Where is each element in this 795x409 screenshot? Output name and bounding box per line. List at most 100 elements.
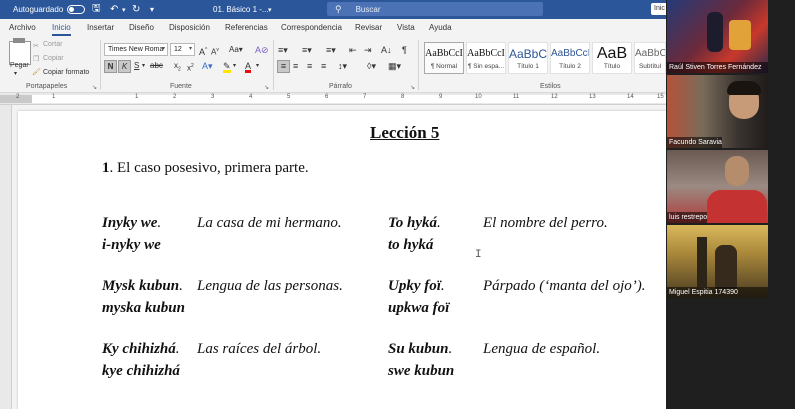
ruler-number: 9: [439, 94, 443, 100]
align-right-icon[interactable]: ≡: [307, 60, 312, 73]
undo-dropdown-icon[interactable]: ▾: [122, 0, 126, 19]
sign-in-button[interactable]: Inic: [651, 3, 666, 15]
tab-referencias[interactable]: Referencias: [225, 23, 268, 32]
participant-figure: [697, 237, 707, 287]
style-no-spacing[interactable]: AaBbCcI ¶ Sin espa...: [466, 42, 506, 74]
superscript-button[interactable]: x2: [187, 60, 194, 73]
participant-tile[interactable]: luis restrepo: [667, 150, 768, 223]
vertical-ruler[interactable]: [0, 105, 12, 409]
undo-icon[interactable]: ↶: [110, 0, 118, 19]
font-name-field[interactable]: Times New Roma ▾: [104, 43, 168, 56]
justify-icon[interactable]: ≡: [321, 60, 326, 73]
strikethrough-button[interactable]: abc: [150, 60, 163, 73]
entry-gloss: Lengua de español.: [483, 341, 601, 357]
ruler-number: 14: [627, 94, 634, 100]
copy-icon[interactable]: ❐: [33, 55, 39, 63]
borders-icon[interactable]: ▦▾: [388, 60, 401, 73]
line-spacing-icon[interactable]: ↕▾: [338, 60, 347, 73]
tab-insertar[interactable]: Insertar: [87, 23, 114, 32]
entry-punct: .: [448, 341, 453, 357]
format-painter-label[interactable]: Copiar formato: [43, 69, 89, 76]
bullets-icon[interactable]: ≡▾: [278, 44, 288, 57]
entry-punct: .: [440, 278, 445, 294]
underline-chevron-icon[interactable]: ▾: [142, 60, 145, 73]
search-input[interactable]: ⚲ Buscar: [327, 2, 543, 16]
change-case-icon[interactable]: Aa▾: [229, 44, 243, 57]
participant-tile[interactable]: Raúl Stiven Torres Fernández: [667, 0, 768, 73]
tab-correspondencia[interactable]: Correspondencia: [281, 23, 342, 32]
font-color-icon[interactable]: A: [245, 60, 252, 73]
ribbon-divider: [273, 40, 274, 90]
cut-icon[interactable]: ✂: [33, 42, 39, 50]
align-left-button[interactable]: ≡: [277, 60, 290, 73]
autosave-label: Autoguardado: [13, 5, 64, 14]
save-icon[interactable]: 🖫: [92, 0, 101, 19]
shrink-font-icon[interactable]: Av: [211, 44, 219, 57]
style-name: Título 2: [559, 63, 581, 70]
sort-icon[interactable]: A↓: [381, 44, 392, 57]
tab-diseno[interactable]: Diseño: [129, 23, 154, 32]
font-color-chevron-icon[interactable]: ▾: [256, 60, 259, 73]
ruler-number: 6: [325, 94, 329, 100]
style-sample: AaBbCc: [635, 48, 665, 59]
tab-inicio[interactable]: Inicio: [52, 23, 71, 36]
style-title[interactable]: AaB Título: [592, 42, 632, 74]
style-heading-2[interactable]: AaBbCcI Título 2: [550, 42, 590, 74]
style-name: ¶ Sin espa...: [467, 63, 504, 70]
numbering-icon[interactable]: ≡▾: [302, 44, 312, 57]
tab-vista[interactable]: Vista: [397, 23, 415, 32]
ruler-track: [32, 95, 666, 103]
multilevel-list-icon[interactable]: ≡▾: [326, 44, 336, 57]
document-title: 01. Básico 1 -...: [213, 5, 269, 14]
highlight-chevron-icon[interactable]: ▾: [233, 60, 236, 73]
participant-name: Raúl Stiven Torres Fernández: [667, 62, 768, 73]
participant-tile[interactable]: Miguel Espitia 174390: [667, 225, 768, 298]
customize-qat-icon[interactable]: ▾: [150, 0, 154, 19]
tab-revisar[interactable]: Revisar: [355, 23, 382, 32]
format-painter-icon[interactable]: 🖌: [32, 68, 41, 76]
word-window: Autoguardado 🖫 ↶ ▾ ↻ ▾ 01. Básico 1 -...…: [0, 0, 666, 409]
autosave-toggle[interactable]: [67, 5, 86, 14]
ruler-number: 3: [211, 94, 215, 100]
italic-button[interactable]: K: [118, 60, 131, 73]
participant-tile[interactable]: Facundo Saravia: [667, 75, 768, 148]
underline-button[interactable]: S: [134, 60, 139, 73]
tab-archivo[interactable]: Archivo: [9, 23, 36, 32]
cut-label[interactable]: Cortar: [43, 41, 62, 48]
style-normal[interactable]: AaBbCcI ¶ Normal: [424, 42, 464, 74]
redo-icon[interactable]: ↻: [132, 0, 140, 19]
increase-indent-icon[interactable]: ⇥: [364, 44, 372, 57]
align-center-icon[interactable]: ≡: [293, 60, 298, 73]
entry-punct: .: [157, 215, 162, 231]
show-marks-icon[interactable]: ¶: [402, 44, 407, 57]
tab-ayuda[interactable]: Ayuda: [429, 23, 452, 32]
subscript-button[interactable]: x2: [174, 60, 181, 73]
copy-label[interactable]: Copiar: [43, 55, 64, 62]
clear-formatting-icon[interactable]: A⊘: [255, 44, 269, 57]
entry-word: Inyky we.: [102, 215, 161, 232]
text-effects-icon[interactable]: A▾: [202, 60, 213, 73]
ruler-number: 13: [589, 94, 596, 100]
decrease-indent-icon[interactable]: ⇤: [349, 44, 357, 57]
grow-font-icon[interactable]: A^: [199, 44, 207, 57]
style-heading-1[interactable]: AaBbC Título 1: [508, 42, 548, 74]
bold-button[interactable]: N: [104, 60, 117, 73]
doc-title-chevron-icon[interactable]: ▾: [268, 0, 272, 19]
entry-gloss: Las raíces del árbol.: [197, 341, 322, 357]
paragraph-dialog-icon[interactable]: ↘: [410, 84, 415, 91]
document-page[interactable]: Lección 5 1. El caso posesivo, primera p…: [18, 111, 666, 409]
highlight-icon[interactable]: ✎: [223, 60, 231, 73]
document-area[interactable]: Lección 5 1. El caso posesivo, primera p…: [12, 105, 666, 409]
font-dialog-icon[interactable]: ↘: [264, 84, 269, 91]
entry-gloss: La casa de mi hermano.: [197, 215, 342, 231]
ruler-number: 5: [287, 94, 291, 100]
tab-disposicion[interactable]: Disposición: [169, 23, 210, 32]
clipboard-dialog-icon[interactable]: ↘: [92, 84, 97, 91]
horizontal-ruler[interactable]: 2 1 1 2 3 4 5 6 7 8 9 10 11 12 13 14 15: [0, 93, 666, 105]
font-size-field[interactable]: 12 ▾: [170, 43, 195, 56]
ruler-number: 1: [135, 94, 139, 100]
paste-label[interactable]: Pegar: [10, 62, 29, 69]
paste-chevron-icon[interactable]: ▾: [14, 70, 17, 77]
shading-icon[interactable]: ◊▾: [367, 60, 376, 73]
style-subtitle[interactable]: AaBbCc Subtítul: [634, 42, 666, 74]
